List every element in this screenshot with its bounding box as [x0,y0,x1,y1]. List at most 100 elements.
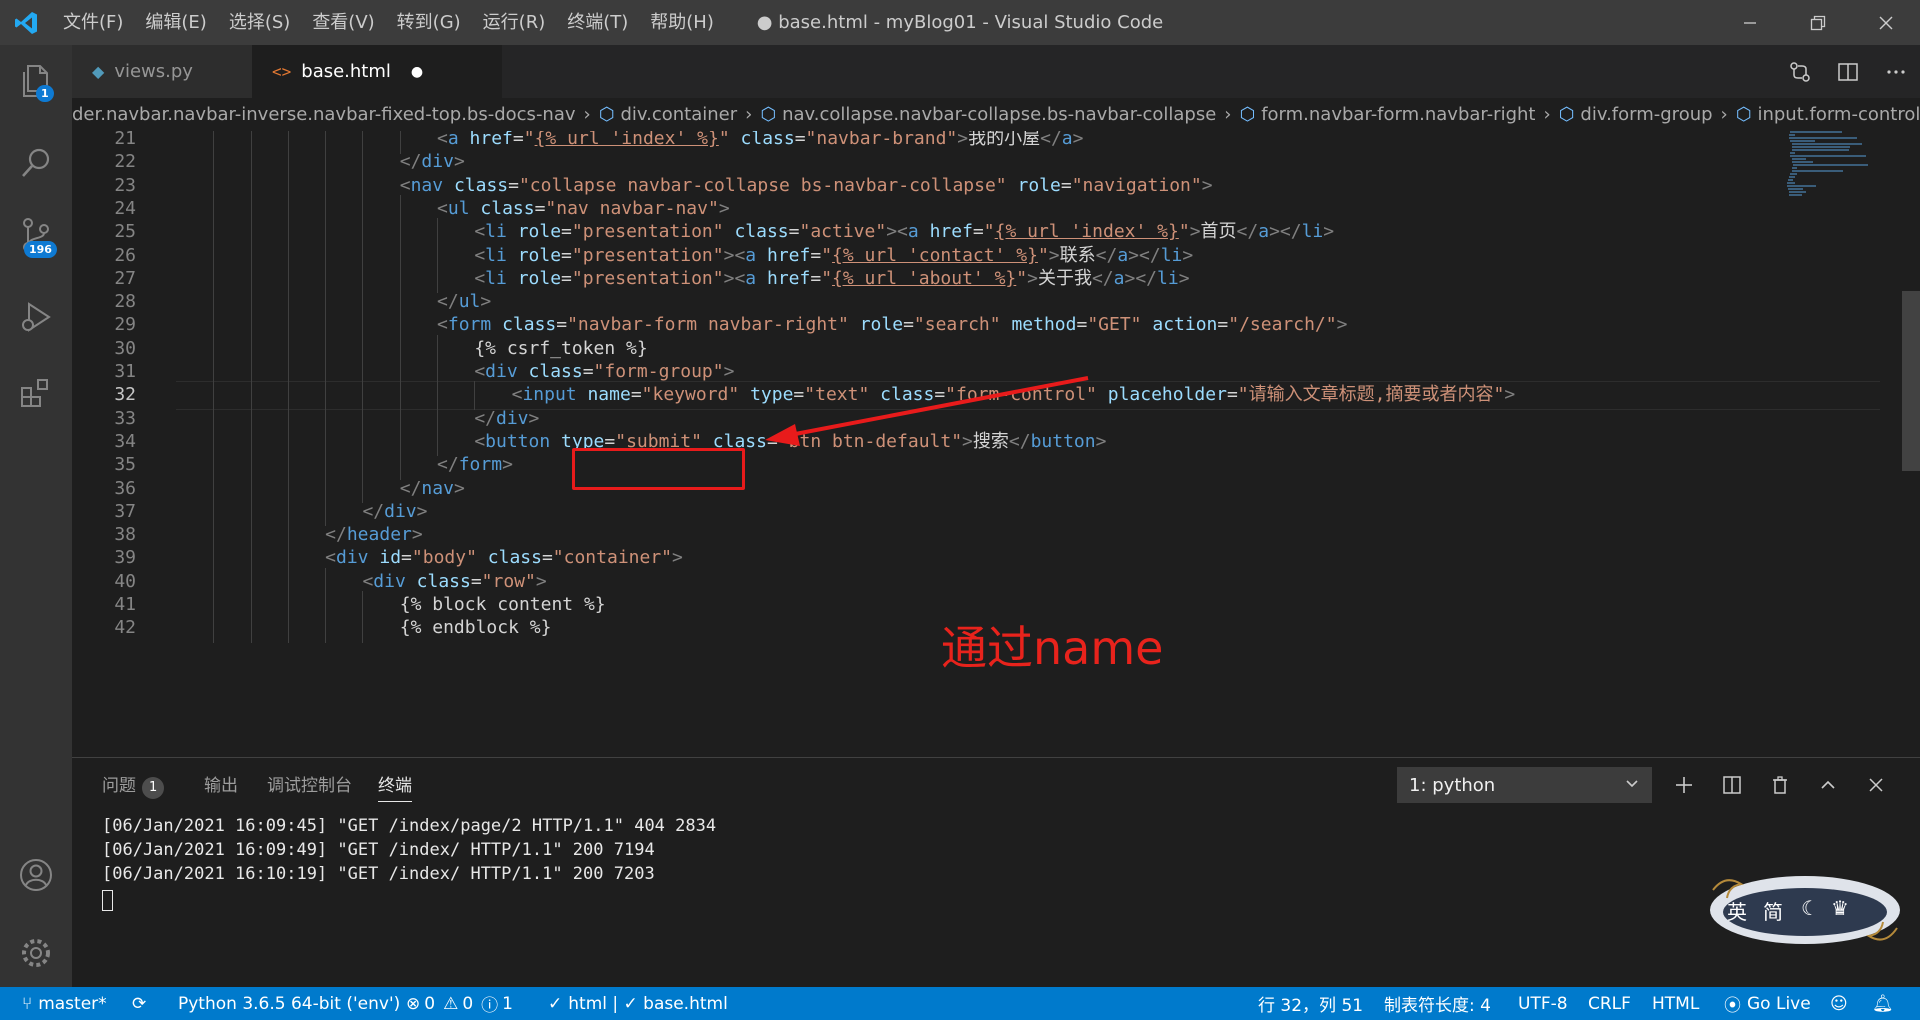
menu-run[interactable]: 运行(R) [472,0,557,45]
window-controls [1716,0,1920,45]
lint-status[interactable]: ✓ html | ✓ base.html [548,987,728,1020]
minimize-icon[interactable] [1716,0,1784,45]
search-icon[interactable] [0,127,72,199]
code-text: {% endblock %} [399,617,552,639]
source-control-icon[interactable]: 196 [0,199,72,271]
menu-terminal[interactable]: 终端(T) [556,0,639,45]
explorer-icon[interactable]: 1 [0,45,72,117]
tab-label: views.py [114,61,193,82]
settings-gear-icon[interactable] [0,917,72,989]
language-mode[interactable]: HTML [1652,987,1699,1020]
new-terminal-plus-icon[interactable] [1660,767,1708,803]
python-icon: ◆ [92,62,105,81]
tab-terminal[interactable]: 终端 [378,771,412,802]
close-panel-icon[interactable] [1852,767,1900,803]
ime-mode[interactable]: 简 [1763,896,1783,925]
split-terminal-icon[interactable] [1708,767,1756,803]
minimap-line [1790,155,1866,157]
minimap[interactable] [1782,131,1902,757]
ime-language[interactable]: 英 [1727,896,1747,925]
breadcrumb-label: div.container [620,104,738,125]
tab-views-py[interactable]: ◆ views.py [72,45,252,98]
minimap-line [1786,182,1795,184]
bottom-panel: 问题 1 输出 调试控制台 终端 1: python [06/Jan/2021 1… [72,757,1920,987]
element-cube-icon: ⬡ [598,104,615,125]
chevron-right-icon: › [583,104,591,125]
editor-actions [1776,45,1920,98]
chevron-up-icon[interactable] [1804,767,1852,803]
tab-problems[interactable]: 问题 1 [102,771,165,799]
open-changes-icon[interactable] [1776,45,1824,98]
ime-toolbar[interactable]: 英 简 ☾ ♛ [1705,870,1905,950]
element-cube-icon: ⬡ [1558,104,1575,125]
sync-icon[interactable]: ⟳ [132,987,146,1020]
indent-guide [250,614,252,643]
unsaved-dot-icon[interactable]: ● [411,64,423,80]
element-cube-icon: ⬡ [1239,104,1256,125]
feedback-icon[interactable]: ☺ [1830,987,1848,1020]
minimap-line [1791,149,1850,151]
indentation[interactable]: 制表符长度: 4 [1384,987,1491,1020]
problems-status[interactable]: ⊗ 0 ⚠ 0 ⓘ 1 [406,987,513,1020]
panel-actions [1660,767,1900,803]
vscode-logo-icon [0,0,52,45]
cursor-position[interactable]: 行 32，列 51 [1258,987,1363,1020]
minimap-line [1789,194,1802,196]
trash-icon[interactable] [1756,767,1804,803]
more-actions-icon[interactable] [1872,45,1920,98]
encoding[interactable]: UTF-8 [1518,987,1568,1020]
close-window-icon[interactable] [1852,0,1920,45]
branch-name: master* [38,993,107,1014]
moon-icon[interactable]: ☾ [1801,896,1819,920]
branch-status[interactable]: ⑂ master* [22,987,107,1020]
minimap-line [1789,191,1807,193]
indent-guide [287,614,289,643]
go-live-label: Go Live [1747,993,1811,1014]
breadcrumb-item-nav[interactable]: ⬡ nav.collapse.navbar-collapse.bs-navbar-… [760,104,1216,125]
breadcrumb: der.navbar.navbar-inverse.navbar-fixed-t… [72,98,1920,131]
end-of-line[interactable]: CRLF [1588,987,1631,1020]
minimap-line [1790,152,1795,154]
breadcrumb-item-form-group[interactable]: ⬡ div.form-group [1559,104,1713,125]
extensions-icon[interactable] [0,357,72,429]
menu-go[interactable]: 转到(G) [386,0,472,45]
menu-view[interactable]: 查看(V) [301,0,385,45]
breadcrumb-item-input[interactable]: ⬡ input.form-control [1736,104,1920,125]
tab-base-html[interactable]: <> base.html ● [252,45,502,98]
terminal-select[interactable]: 1: python [1397,767,1652,803]
tab-output[interactable]: 输出 [204,771,238,796]
terminal-select-value: 1: python [1409,774,1496,796]
tab-label: 问题 [102,776,136,796]
check-icon: ✓ [548,993,563,1014]
notifications-bell-icon[interactable]: 🔔︎ [1872,987,1894,1020]
breadcrumb-item-container[interactable]: ⬡ div.container [599,104,737,125]
run-debug-icon[interactable] [0,281,72,353]
tab-debug-console[interactable]: 调试控制台 [267,771,352,796]
html-icon: <> [272,62,292,81]
vertical-scrollbar[interactable] [1902,291,1920,471]
tab-label: base.html [301,61,391,82]
indent-guide [213,614,215,643]
split-editor-icon[interactable] [1824,45,1872,98]
menu-edit[interactable]: 编辑(E) [134,0,217,45]
breadcrumb-item-header[interactable]: der.navbar.navbar-inverse.navbar-fixed-t… [72,104,576,125]
go-live-button[interactable]: ⦿ Go Live [1724,987,1811,1020]
menu-bar: 文件(F) 编辑(E) 选择(S) 查看(V) 转到(G) 运行(R) 终端(T… [52,0,725,45]
minimap-line [1791,146,1851,148]
accounts-icon[interactable] [0,839,72,911]
indent-guide [325,614,327,643]
menu-selection[interactable]: 选择(S) [218,0,301,45]
menu-help[interactable]: 帮助(H) [639,0,725,45]
shirt-icon[interactable]: ♛ [1831,896,1849,920]
chevron-right-icon: › [1720,104,1728,125]
chevron-right-icon: › [745,104,753,125]
info-count: 1 [502,993,513,1014]
menu-file[interactable]: 文件(F) [52,0,134,45]
breadcrumb-item-form[interactable]: ⬡ form.navbar-form.navbar-right [1239,104,1535,125]
minimap-line [1786,185,1817,187]
python-interpreter[interactable]: Python 3.6.5 64-bit ('env') [178,987,400,1020]
activity-bar: 1 196 [0,45,72,987]
terminal-cursor[interactable] [102,890,113,911]
terminal-line: [06/Jan/2021 16:10:19] "GET /index/ HTTP… [102,864,655,884]
restore-icon[interactable] [1784,0,1852,45]
